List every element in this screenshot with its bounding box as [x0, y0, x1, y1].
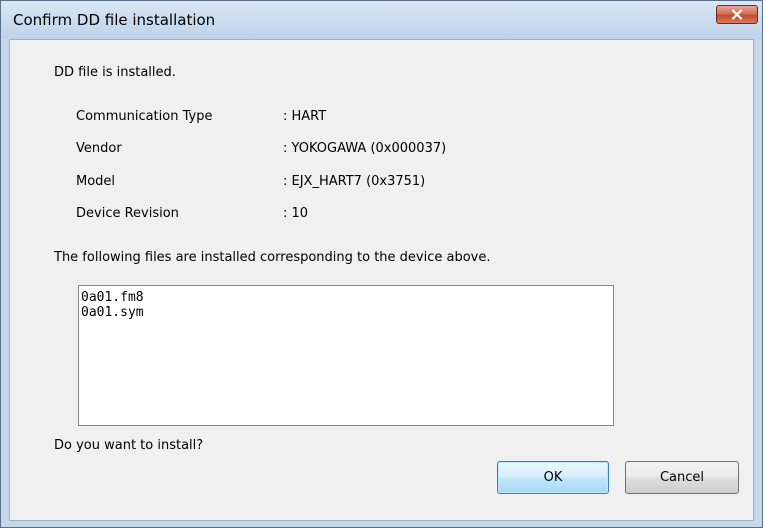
- dialog-content: DD file is installed. Communication Type…: [9, 39, 754, 521]
- info-label-device-revision: Device Revision: [76, 206, 179, 221]
- close-button[interactable]: [716, 5, 758, 24]
- info-value-communication-type: : HART: [283, 109, 327, 124]
- installed-files-list[interactable]: 0a01.fm8 0a01.sym: [78, 285, 614, 426]
- title-bar[interactable]: Confirm DD file installation: [1, 1, 762, 39]
- info-label-communication-type: Communication Type: [76, 109, 213, 124]
- cancel-button[interactable]: Cancel: [625, 461, 739, 494]
- info-value-vendor: : YOKOGAWA (0x000037): [283, 141, 447, 156]
- info-label-model: Model: [76, 174, 116, 189]
- window-title: Confirm DD file installation: [13, 11, 216, 29]
- dialog-window: Confirm DD file installation DD file is …: [0, 0, 763, 528]
- close-icon: [731, 9, 743, 20]
- list-item[interactable]: 0a01.sym: [81, 305, 611, 320]
- files-message: The following files are installed corres…: [54, 250, 491, 265]
- list-item[interactable]: 0a01.fm8: [81, 290, 611, 305]
- ok-button[interactable]: OK: [497, 461, 609, 494]
- info-label-vendor: Vendor: [76, 141, 122, 156]
- info-value-model: : EJX_HART7 (0x3751): [283, 174, 426, 189]
- install-question: Do you want to install?: [54, 438, 204, 453]
- status-message: DD file is installed.: [54, 65, 176, 80]
- info-value-device-revision: : 10: [283, 206, 309, 221]
